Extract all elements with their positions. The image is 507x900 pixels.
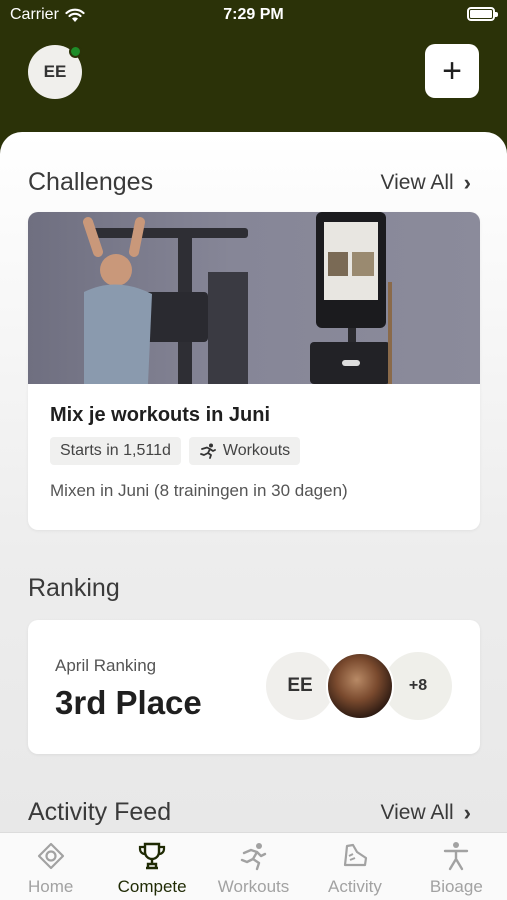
tab-bioage[interactable]: Bioage [406,833,507,900]
challenge-image [28,212,480,384]
online-status-dot [69,45,82,58]
profile-avatar[interactable]: EE [28,45,82,99]
trophy-icon [139,842,166,870]
view-all-label: View All [380,171,454,194]
tab-activity[interactable]: Activity [304,833,405,900]
challenge-card[interactable]: Mix je workouts in Juni Starts in 1,511d… [28,212,480,530]
type-chip: Workouts [188,437,301,465]
ranking-title: Ranking [28,574,120,602]
add-button[interactable]: + [425,44,479,98]
participant-initials: EE [287,675,313,696]
more-participants-count: +8 [408,677,428,694]
view-all-label: View All [380,801,454,824]
status-bar: Carrier 7:29 PM [0,0,507,30]
chevron-right-icon: › [463,170,471,195]
participant-avatar: EE [266,652,334,720]
activity-feed-title: Activity Feed [28,798,172,826]
challenge-photo-illustration [83,212,392,384]
profile-initials: EE [43,62,67,81]
app-header: Carrier 7:29 PM EE + [0,0,507,140]
tab-compete-label: Compete [117,877,187,896]
runner-icon [199,443,216,459]
tab-compete[interactable]: Compete [101,833,202,900]
runner-icon [240,843,266,871]
battery-icon [467,7,498,21]
challenge-description: Mixen in Juni (8 trainingen in 30 dagen) [50,481,348,500]
chevron-right-icon: › [463,800,471,825]
tab-bar: Home Compete Workouts Activity Bioage [0,832,507,900]
more-participants-badge: +8 [384,652,452,720]
ranking-place: 3rd Place [55,684,202,721]
participant-photo-avatar [326,652,394,720]
challenges-view-all-button[interactable]: View All › [381,170,471,196]
type-chip-label: Workouts [222,442,291,459]
start-chip-label: Starts in 1,511d [60,442,171,459]
start-chip: Starts in 1,511d [50,437,181,465]
person-icon [444,842,469,871]
tab-bioage-label: Bioage [429,877,483,896]
activity-view-all-button[interactable]: View All › [381,800,471,826]
home-icon [37,842,64,870]
main-content[interactable]: Challenges View All › Mix je workouts in… [0,132,507,832]
status-time: 7:29 PM [223,6,284,23]
ranking-subtitle: April Ranking [55,656,157,675]
tab-home[interactable]: Home [0,833,101,900]
challenge-chips: Starts in 1,511d Workouts [50,437,458,465]
challenge-title: Mix je workouts in Juni [50,404,271,426]
challenge-body: Mix je workouts in Juni Starts in 1,511d… [50,404,458,501]
challenges-title: Challenges [28,168,154,196]
ranking-card[interactable]: April Ranking 3rd Place +8 EE [28,620,480,754]
tab-home-label: Home [28,877,74,896]
plus-icon: + [442,52,462,90]
activity-icon [343,843,368,867]
tab-workouts-label: Workouts [217,877,290,896]
tab-workouts[interactable]: Workouts [203,833,304,900]
tab-activity-label: Activity [328,877,382,896]
